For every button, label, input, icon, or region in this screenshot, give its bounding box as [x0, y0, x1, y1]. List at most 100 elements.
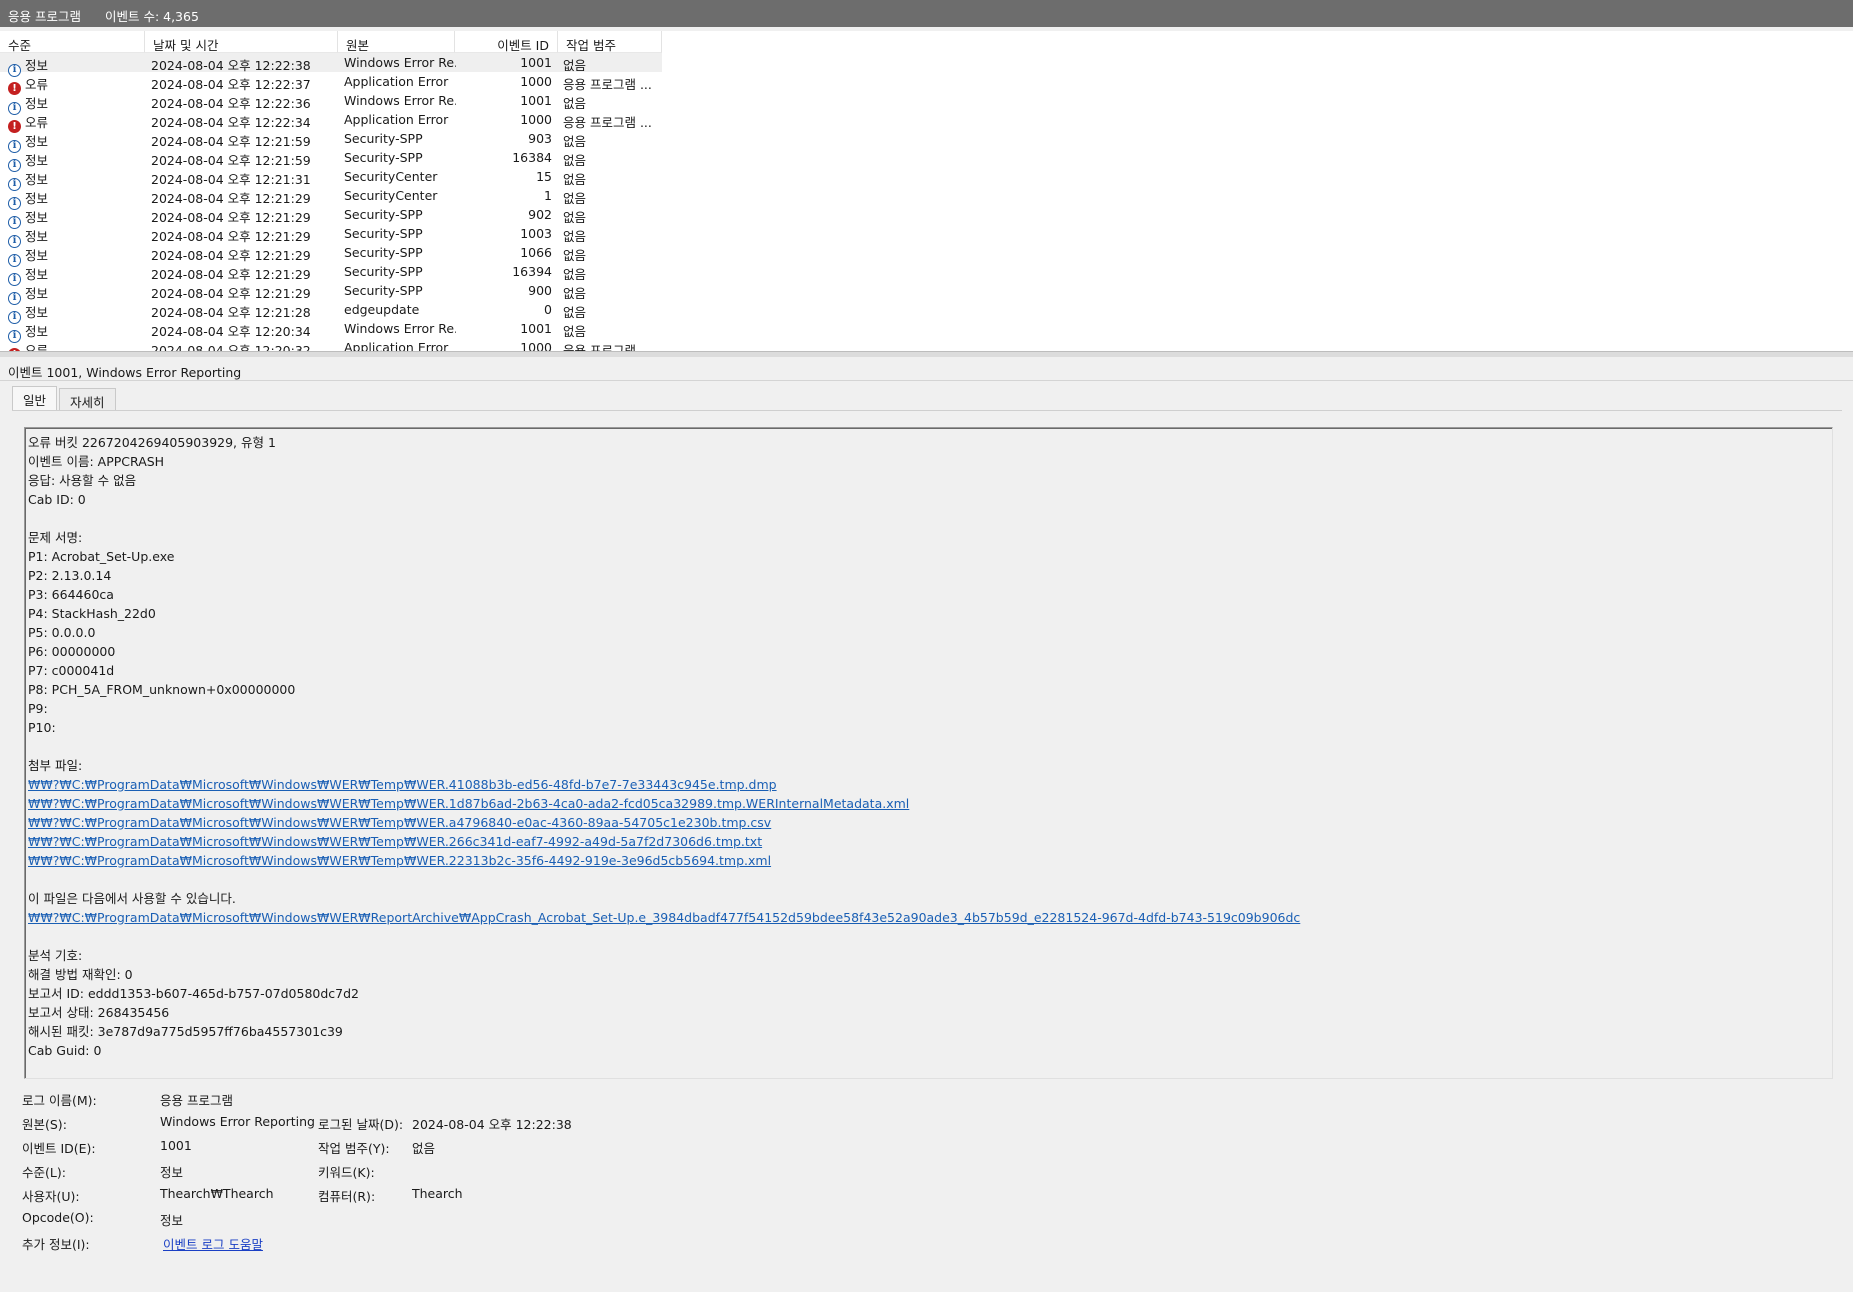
event-id-cell: 903: [528, 131, 552, 146]
event-level-text: 오류: [25, 115, 49, 130]
event-list[interactable]: 수준 날짜 및 시간 원본 이벤트 ID 작업 범주 i 정보 2024-08-04…: [0, 31, 1853, 351]
file-path-link[interactable]: ₩₩?₩C:₩ProgramData₩Microsoft₩Windows₩WER…: [28, 815, 771, 830]
event-source-cell: Windows Error Re...: [344, 93, 456, 108]
event-date-cell: 2024-08-04 오후 12:20:32: [151, 343, 311, 351]
file-path-link[interactable]: ₩₩?₩C:₩ProgramData₩Microsoft₩Windows₩WER…: [28, 910, 1300, 925]
event-source-cell: edgeupdate: [344, 302, 420, 317]
event-log-help-link[interactable]: 이벤트 로그 도움말: [163, 1234, 263, 1253]
opcode-label: Opcode(O):: [22, 1210, 94, 1225]
task-category-value: 없음: [412, 1141, 436, 1156]
event-row[interactable]: ! 오류 2024-08-04 오후 12:22:37 Application Err…: [0, 72, 662, 95]
file-path-link[interactable]: ₩₩?₩C:₩ProgramData₩Microsoft₩Windows₩WER…: [28, 834, 762, 849]
event-level-text: 정보: [25, 267, 49, 282]
source-label: 원본(S):: [22, 1117, 67, 1132]
detail-title-divider: [0, 380, 1853, 381]
description-line: 보고서 상태: 268435456: [28, 1005, 170, 1020]
description-line: P2: 2.13.0.14: [28, 568, 112, 583]
description-line: P3: 664460ca: [28, 587, 114, 602]
event-row[interactable]: i 정보 2024-08-04 오후 12:21:59 Security-SPP 903…: [0, 129, 662, 153]
description-line: 오류 버킷 2267204269405903929, 유형 1: [28, 435, 276, 450]
tab-details[interactable]: 자세히: [59, 388, 116, 410]
file-path-line: ₩₩?₩C:₩ProgramData₩Microsoft₩Windows₩WER…: [28, 832, 1300, 851]
event-source-cell: Security-SPP: [344, 245, 423, 260]
event-row[interactable]: i 정보 2024-08-04 오후 12:21:29 SecurityCenter 1…: [0, 186, 662, 210]
event-row[interactable]: i 정보 2024-08-04 오후 12:22:36 Windows Error R…: [0, 91, 662, 115]
event-id-cell: 1001: [520, 321, 552, 336]
event-level-text: 정보: [25, 172, 49, 187]
event-level-text: 정보: [25, 324, 49, 339]
log-title: 응용 프로그램: [8, 9, 81, 24]
event-row[interactable]: i 정보 2024-08-04 오후 12:21:28 edgeupdate 0 없음: [0, 300, 662, 324]
description-line: 첨부 파일:: [28, 758, 83, 773]
description-line: P7: c000041d: [28, 663, 115, 678]
event-count: 이벤트 수: 4,365: [104, 9, 199, 24]
event-source-cell: Security-SPP: [344, 264, 423, 279]
event-description-box[interactable]: 오류 버킷 2267204269405903929, 유형 1 이벤트 이름: A…: [24, 427, 1833, 1079]
event-row[interactable]: i 정보 2024-08-04 오후 12:22:38 Windows Error R…: [0, 53, 662, 77]
event-row[interactable]: i 정보 2024-08-04 오후 12:20:34 Windows Error R…: [0, 319, 662, 343]
log-name-label: 로그 이름(M):: [22, 1093, 97, 1108]
file-path-link[interactable]: ₩₩?₩C:₩ProgramData₩Microsoft₩Windows₩WER…: [28, 853, 771, 868]
description-line: 해시된 패킷: 3e787d9a775d5957ff76ba4557301c39: [28, 1024, 343, 1039]
description-line: 해결 방법 재확인: 0: [28, 967, 133, 982]
description-line: P1: Acrobat_Set-Up.exe: [28, 549, 175, 564]
column-header-level[interactable]: 수준: [0, 31, 145, 53]
event-id-cell: 16384: [512, 150, 552, 165]
column-header-event-id[interactable]: 이벤트 ID: [455, 31, 558, 53]
file-path-line: ₩₩?₩C:₩ProgramData₩Microsoft₩Windows₩WER…: [28, 851, 1300, 870]
event-row[interactable]: i 정보 2024-08-04 오후 12:21:29 Security-SPP 106…: [0, 243, 662, 267]
event-row[interactable]: ! 오류 2024-08-04 오후 12:22:34 Application Err…: [0, 110, 662, 133]
log-header-bar: 응용 프로그램 이벤트 수: 4,365: [0, 0, 1853, 27]
file-path-link[interactable]: ₩₩?₩C:₩ProgramData₩Microsoft₩Windows₩WER…: [28, 777, 777, 792]
event-row[interactable]: i 정보 2024-08-04 오후 12:21:59 Security-SPP 163…: [0, 148, 662, 172]
event-id-cell: 1001: [520, 55, 552, 70]
event-id-cell: 0: [544, 302, 552, 317]
event-level-text: 오류: [25, 77, 49, 92]
event-row[interactable]: i 정보 2024-08-04 오후 12:21:31 SecurityCenter 1…: [0, 167, 662, 191]
description-line: P8: PCH_5A_FROM_unknown+0x00000000: [28, 682, 296, 697]
keywords-label: 키워드(K):: [318, 1165, 375, 1180]
task-category-label: 작업 범주(Y):: [318, 1141, 390, 1156]
opcode-value: 정보: [160, 1213, 184, 1228]
event-source-cell: Application Error: [344, 112, 449, 127]
file-path-line: ₩₩?₩C:₩ProgramData₩Microsoft₩Windows₩WER…: [28, 908, 1300, 927]
event-source-cell: Security-SPP: [344, 150, 423, 165]
source-value: Windows Error Reporting: [160, 1114, 315, 1129]
event-level-text: 정보: [25, 134, 49, 149]
event-id-cell: 1: [544, 188, 552, 203]
event-id-cell: 1066: [520, 245, 552, 260]
event-level-text: 정보: [25, 248, 49, 263]
file-path-link[interactable]: ₩₩?₩C:₩ProgramData₩Microsoft₩Windows₩WER…: [28, 796, 909, 811]
event-source-cell: Security-SPP: [344, 226, 423, 241]
column-header-source[interactable]: 원본: [338, 31, 455, 53]
pane-splitter[interactable]: [0, 351, 1853, 357]
description-line: Cab Guid: 0: [28, 1043, 102, 1058]
level-value: 정보: [160, 1165, 184, 1180]
event-row[interactable]: i 정보 2024-08-04 오후 12:21:29 Security-SPP 163…: [0, 262, 662, 286]
event-row[interactable]: i 정보 2024-08-04 오후 12:21:29 Security-SPP 900…: [0, 281, 662, 305]
event-row[interactable]: !오류 2024-08-04 오후 12:20:32 Application Err…: [0, 338, 662, 351]
description-line: 문제 서명:: [28, 530, 83, 545]
level-label: 수준(L):: [22, 1165, 66, 1180]
event-id-cell: 1000: [520, 112, 552, 127]
event-row[interactable]: i 정보 2024-08-04 오후 12:21:29 Security-SPP 100…: [0, 224, 662, 248]
description-line: [28, 737, 1300, 756]
event-level-text: 정보: [25, 153, 49, 168]
event-category-cell: 응용 프로그램 ...: [563, 343, 652, 351]
user-value: Thearch₩Thearch: [160, 1186, 274, 1201]
event-list-header: 수준 날짜 및 시간 원본 이벤트 ID 작업 범주: [0, 31, 662, 53]
logged-date-label: 로그된 날짜(D):: [318, 1117, 404, 1132]
description-line: 이벤트 이름: APPCRASH: [28, 454, 165, 469]
description-line: P9:: [28, 701, 48, 716]
event-source-cell: Security-SPP: [344, 207, 423, 222]
description-line: 보고서 ID: eddd1353-b607-465d-b757-07d0580d…: [28, 986, 359, 1001]
event-id-cell: 1003: [520, 226, 552, 241]
event-id-cell: 15: [536, 169, 552, 184]
description-line: P10:: [28, 720, 56, 735]
event-row[interactable]: i 정보 2024-08-04 오후 12:21:29 Security-SPP 902…: [0, 205, 662, 229]
column-header-category[interactable]: 작업 범주: [558, 31, 662, 53]
tab-general[interactable]: 일반: [12, 386, 58, 410]
column-header-date[interactable]: 날짜 및 시간: [145, 31, 338, 53]
detail-title: 이벤트 1001, Windows Error Reporting: [8, 365, 242, 380]
event-level-text: 오류: [25, 343, 49, 351]
